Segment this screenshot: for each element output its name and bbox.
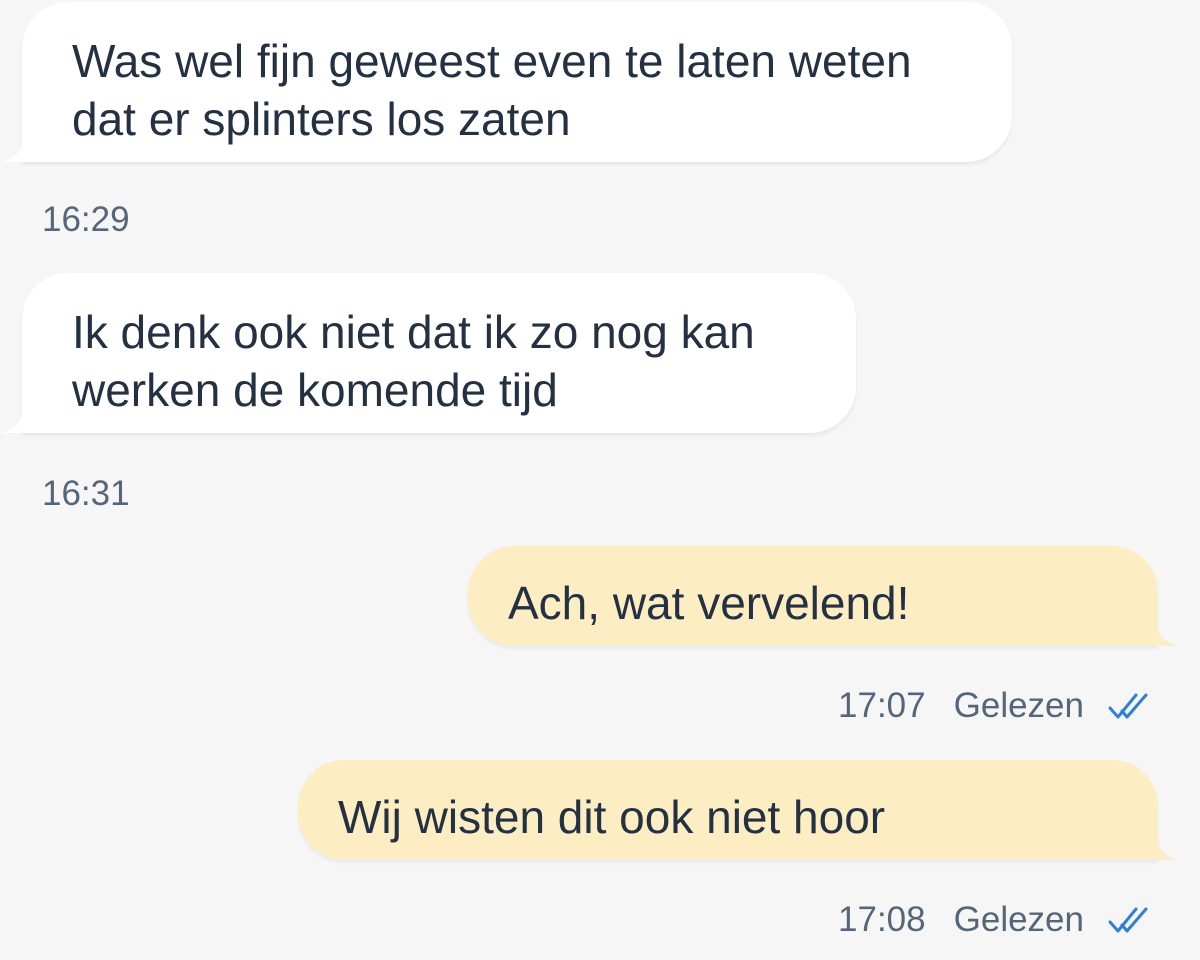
incoming-message-bubble[interactable]: Ik denk ook niet dat ik zo nog kan werke…	[22, 273, 856, 433]
message-text: Ik denk ook niet dat ik zo nog kan werke…	[72, 306, 755, 416]
bubble-tail	[1156, 620, 1180, 646]
outgoing-message-bubble[interactable]: Wij wisten dit ook niet hoor	[298, 760, 1158, 860]
message-timestamp: 17:08	[838, 900, 926, 939]
message-timestamp: 16:29	[42, 200, 130, 239]
incoming-message-bubble[interactable]: Was wel fijn geweest even te laten weten…	[22, 2, 1012, 162]
message-timestamp: 16:31	[42, 474, 130, 513]
message-text: Ach, wat vervelend!	[508, 577, 910, 629]
bubble-tail	[0, 136, 24, 162]
bubble-tail	[0, 407, 24, 433]
read-status: Gelezen	[953, 900, 1084, 939]
message-meta: 17:08 Gelezen	[838, 900, 1150, 940]
message-meta: 17:07 Gelezen	[838, 686, 1150, 726]
chat-thread: Was wel fijn geweest even te laten weten…	[0, 0, 1200, 960]
message-timestamp: 17:07	[838, 686, 926, 725]
message-text: Was wel fijn geweest even te laten weten…	[72, 35, 912, 145]
double-check-icon	[1108, 907, 1148, 933]
double-check-icon	[1108, 693, 1148, 719]
read-status: Gelezen	[953, 686, 1084, 725]
outgoing-message-bubble[interactable]: Ach, wat vervelend!	[468, 546, 1158, 646]
bubble-tail	[1156, 834, 1180, 860]
message-text: Wij wisten dit ook niet hoor	[338, 791, 886, 843]
